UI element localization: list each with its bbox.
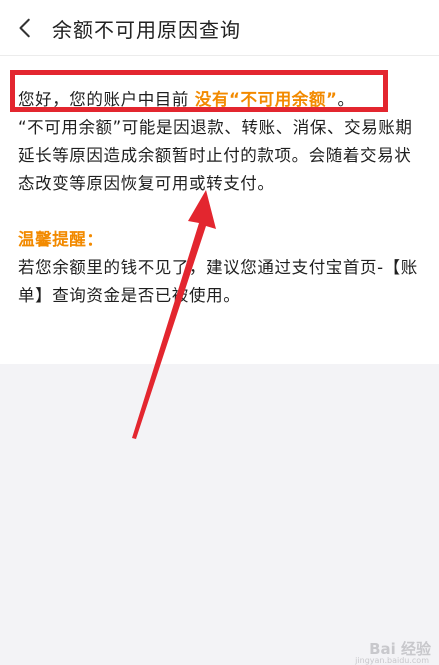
chevron-left-icon xyxy=(19,18,30,38)
page-title: 余额不可用原因查询 xyxy=(52,18,241,42)
content-panel: 您好，您的账户中目前 没有“不可用余额”。 “不可用余额”可能是因退款、转账、消… xyxy=(0,56,439,364)
explanation-paragraph: “不可用余额”可能是因退款、转账、消保、交易账期延长等原因造成余额暂时止付的款项… xyxy=(18,118,413,193)
back-button[interactable] xyxy=(8,10,44,46)
greeting-line: 您好，您的账户中目前 没有“不可用余额”。 xyxy=(18,86,428,114)
tip-body: 若您余额里的钱不见了，建议您通过支付宝首页-【账单】查询资金是否已被使用。 xyxy=(18,258,418,305)
message-text: 您好，您的账户中目前 没有“不可用余额”。 “不可用余额”可能是因退款、转账、消… xyxy=(18,86,428,310)
page: 余额不可用原因查询 您好，您的账户中目前 没有“不可用余额”。 “不可用余额”可… xyxy=(0,0,439,665)
greeting-suffix: 。 xyxy=(337,90,355,109)
greeting-highlight: 没有“不可用余额” xyxy=(194,90,338,109)
tip-title: 温馨提醒： xyxy=(18,230,104,249)
nav-bar: 余额不可用原因查询 xyxy=(0,0,439,56)
watermark-url: jingyan.baidu.com xyxy=(355,656,429,665)
greeting-prefix: 您好，您的账户中目前 xyxy=(18,90,195,109)
